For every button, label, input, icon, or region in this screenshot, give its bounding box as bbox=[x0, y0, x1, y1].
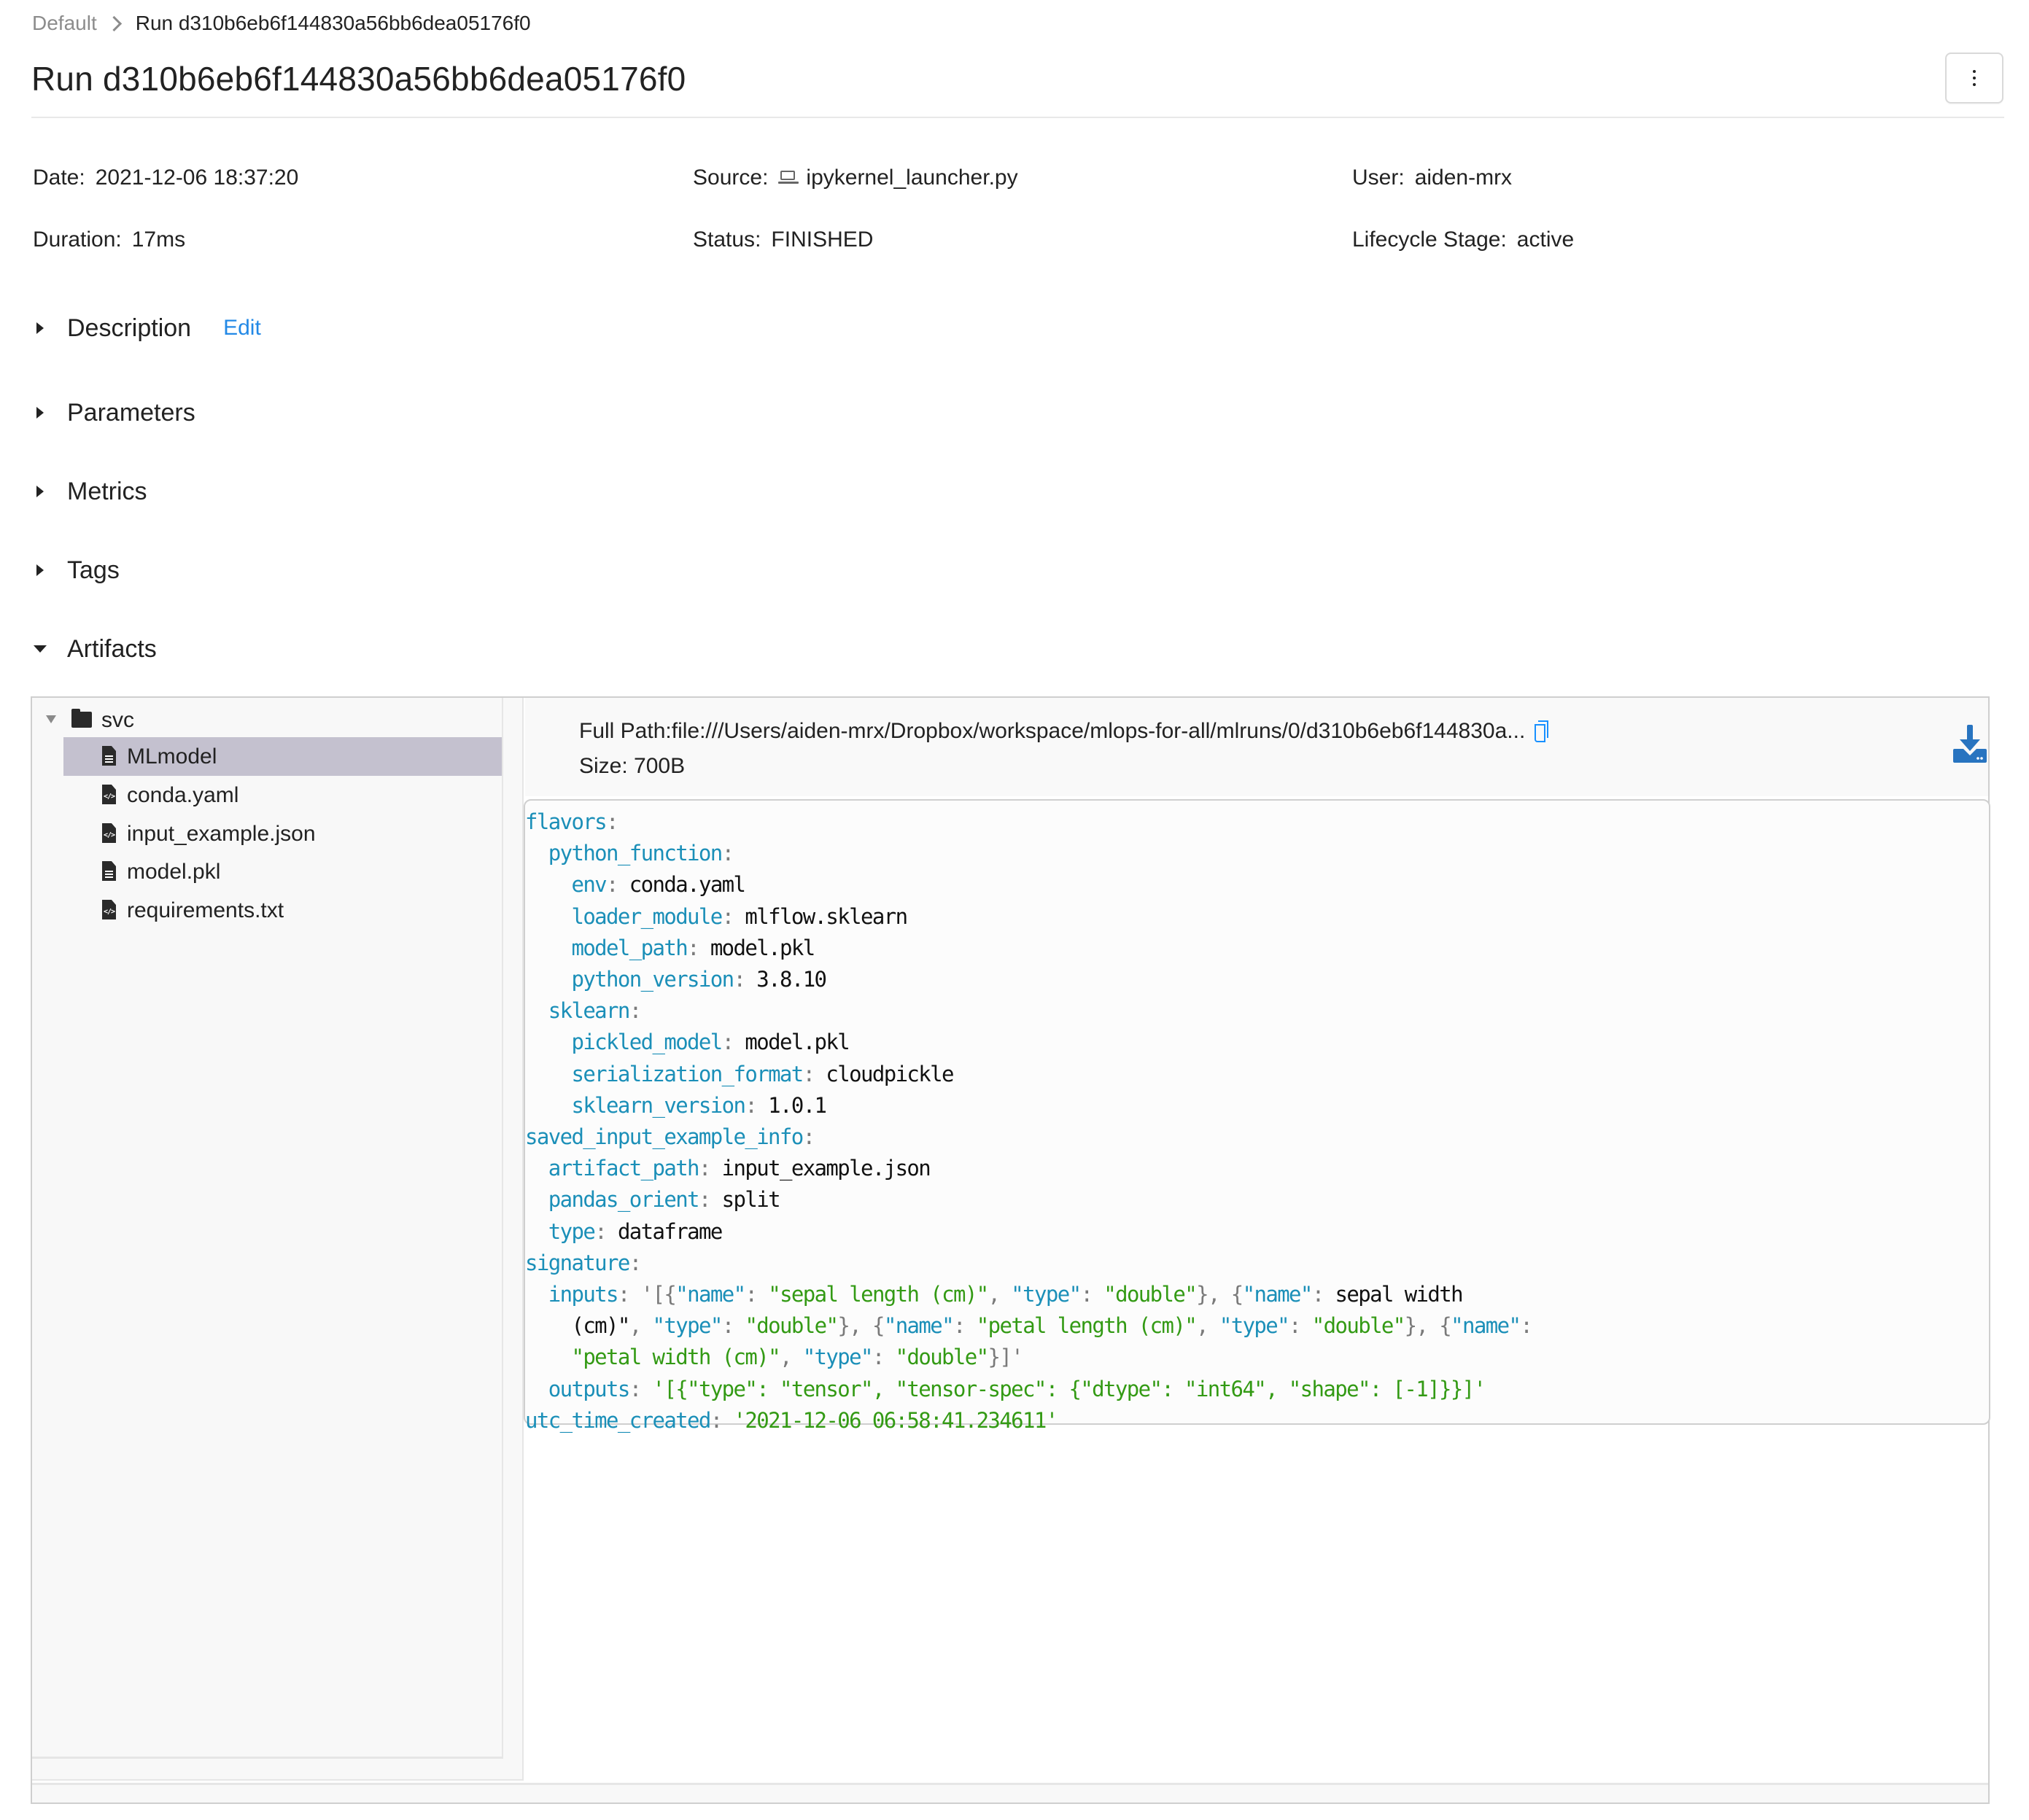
info-duration-label: Duration: bbox=[33, 228, 122, 252]
info-lifecycle-value: active bbox=[1516, 228, 1575, 252]
section-tags[interactable]: Tags bbox=[32, 553, 120, 587]
code-line: utc_time_created: '2021-12-06 06:58:41.2… bbox=[525, 1407, 1058, 1433]
code-line: artifact_path: input_example.json bbox=[548, 1156, 931, 1181]
section-parameters-label: Parameters bbox=[67, 399, 195, 427]
header-divider bbox=[31, 117, 2004, 118]
tree-file-label: input_example.json bbox=[127, 822, 316, 846]
tree-file-label: model.pkl bbox=[127, 860, 221, 884]
section-tags-label: Tags bbox=[67, 556, 120, 584]
tree-file-label: conda.yaml bbox=[127, 783, 239, 807]
info-duration-value: 17ms bbox=[131, 228, 186, 252]
info-date-value: 2021-12-06 18:37:20 bbox=[95, 166, 299, 190]
code-line: model_path: model.pkl bbox=[571, 935, 815, 960]
info-user-label: User: bbox=[1352, 166, 1405, 190]
code-line: sklearn: bbox=[548, 998, 642, 1024]
info-user: User: aiden-mrx bbox=[1352, 163, 1512, 192]
chevron-right-icon bbox=[106, 15, 122, 31]
file-text-icon bbox=[102, 861, 116, 881]
tree-file-label: requirements.txt bbox=[127, 898, 284, 922]
code-line: signature: bbox=[525, 1250, 642, 1275]
caret-down-icon[interactable] bbox=[46, 715, 56, 723]
copy-icon[interactable] bbox=[1534, 720, 1550, 742]
section-artifacts-label: Artifacts bbox=[67, 635, 157, 663]
file-code-icon: </> bbox=[102, 785, 116, 804]
file-code-icon: </> bbox=[102, 823, 116, 843]
tree-file-conda-yaml[interactable]: </> conda.yaml bbox=[32, 776, 503, 814]
info-date-label: Date: bbox=[33, 166, 85, 190]
section-metrics-label: Metrics bbox=[67, 478, 147, 505]
section-metrics[interactable]: Metrics bbox=[32, 475, 147, 508]
section-description[interactable]: Description Edit bbox=[32, 311, 261, 345]
tree-folder-label: svc bbox=[101, 708, 134, 732]
code-line: pandas_orient: split bbox=[548, 1187, 781, 1213]
folder-icon bbox=[71, 709, 92, 728]
code-line: python_version: 3.8.10 bbox=[571, 967, 827, 992]
section-artifacts[interactable]: Artifacts bbox=[32, 632, 157, 666]
info-lifecycle-label: Lifecycle Stage: bbox=[1352, 228, 1507, 252]
caret-down-icon bbox=[34, 645, 47, 653]
laptop-icon bbox=[778, 171, 799, 185]
info-duration: Duration: 17ms bbox=[33, 225, 185, 254]
code-line: "petal width (cm)", "type": "double"}]' bbox=[571, 1345, 1023, 1370]
artifact-code-viewer[interactable]: flavors: python_function: env: conda.yam… bbox=[524, 799, 1990, 1433]
kebab-dot bbox=[1973, 83, 1976, 86]
page-title: Run d310b6eb6f144830a56bb6dea05176f0 bbox=[31, 60, 686, 98]
kebab-dot bbox=[1973, 77, 1976, 79]
info-source-label: Source: bbox=[693, 166, 769, 190]
artifact-tree-container: svc MLmodel </> conda.yaml </> input_exa… bbox=[32, 698, 524, 1781]
info-source-value: ipykernel_launcher.py bbox=[806, 166, 1018, 190]
code-line: sklearn_version: 1.0.1 bbox=[571, 1092, 827, 1118]
code-line: outputs: '[{"type": "tensor", "tensor-sp… bbox=[548, 1376, 1486, 1401]
tree-file-model-pkl[interactable]: model.pkl bbox=[32, 852, 503, 891]
artifact-viewer-header: Full Path: file:///Users/aiden-mrx/Dropb… bbox=[525, 698, 1988, 796]
edit-description-link[interactable]: Edit bbox=[223, 311, 261, 345]
caret-right-icon bbox=[36, 407, 44, 419]
caret-right-icon bbox=[36, 486, 44, 497]
caret-right-icon bbox=[36, 322, 44, 334]
section-parameters[interactable]: Parameters bbox=[32, 396, 195, 429]
code-line: pickled_model: model.pkl bbox=[571, 1030, 850, 1055]
caret-right-icon bbox=[36, 564, 44, 576]
file-size-label: Size: bbox=[579, 754, 628, 778]
tree-file-requirements-txt[interactable]: </> requirements.txt bbox=[32, 891, 503, 930]
breadcrumb-current: Run d310b6eb6f144830a56bb6dea05176f0 bbox=[135, 12, 531, 34]
full-path: Full Path: file:///Users/aiden-mrx/Dropb… bbox=[579, 717, 1550, 746]
download-icon[interactable] bbox=[1953, 725, 1987, 763]
section-description-label: Description bbox=[67, 314, 192, 342]
kebab-vertical-icon bbox=[1973, 70, 1976, 73]
yaml-content: flavors: python_function: env: conda.yam… bbox=[525, 806, 1533, 1436]
artifact-tree: svc MLmodel </> conda.yaml </> input_exa… bbox=[32, 698, 503, 1759]
info-lifecycle: Lifecycle Stage: active bbox=[1352, 225, 1574, 254]
info-date: Date: 2021-12-06 18:37:20 bbox=[33, 163, 298, 192]
code-line: serialization_format: cloudpickle bbox=[571, 1061, 954, 1086]
tree-file-input-example-json[interactable]: </> input_example.json bbox=[32, 814, 503, 853]
tree-file-label: MLmodel bbox=[127, 744, 217, 769]
code-line: inputs: '[{"name": "sepal length (cm)", … bbox=[548, 1282, 1464, 1307]
file-text-icon bbox=[102, 746, 116, 766]
info-source: Source: ipykernel_launcher.py bbox=[693, 163, 1018, 192]
code-line: (cm)", "type": "double"}, {"name": "peta… bbox=[571, 1313, 1532, 1339]
code-line: type: dataframe bbox=[548, 1218, 723, 1244]
file-size: Size: 700B bbox=[579, 752, 685, 781]
full-path-value: file:///Users/aiden-mrx/Dropbox/workspac… bbox=[671, 719, 1526, 743]
info-user-value: aiden-mrx bbox=[1414, 166, 1513, 190]
full-path-label: Full Path: bbox=[579, 719, 672, 743]
tree-file-mlmodel[interactable]: MLmodel bbox=[32, 737, 503, 776]
breadcrumb: Default Run d310b6eb6f144830a56bb6dea051… bbox=[32, 9, 531, 38]
more-actions-button[interactable] bbox=[1945, 52, 2003, 104]
info-status: Status: FINISHED bbox=[693, 225, 873, 254]
file-size-value: 700B bbox=[634, 754, 686, 778]
tree-folder-svc[interactable]: svc bbox=[32, 701, 503, 739]
info-status-label: Status: bbox=[693, 228, 761, 252]
code-line: flavors: bbox=[525, 809, 618, 834]
code-line: python_function: bbox=[548, 841, 734, 866]
code-line: env: conda.yaml bbox=[571, 872, 746, 898]
file-code-icon: </> bbox=[102, 900, 116, 919]
code-line: saved_input_example_info: bbox=[525, 1124, 815, 1150]
artifacts-panel: svc MLmodel </> conda.yaml </> input_exa… bbox=[31, 696, 1990, 1804]
horizontal-scrollbar[interactable] bbox=[32, 1783, 1988, 1802]
info-status-value: FINISHED bbox=[771, 228, 874, 252]
breadcrumb-experiment-link[interactable]: Default bbox=[32, 9, 97, 38]
code-line: loader_module: mlflow.sklearn bbox=[571, 903, 908, 929]
